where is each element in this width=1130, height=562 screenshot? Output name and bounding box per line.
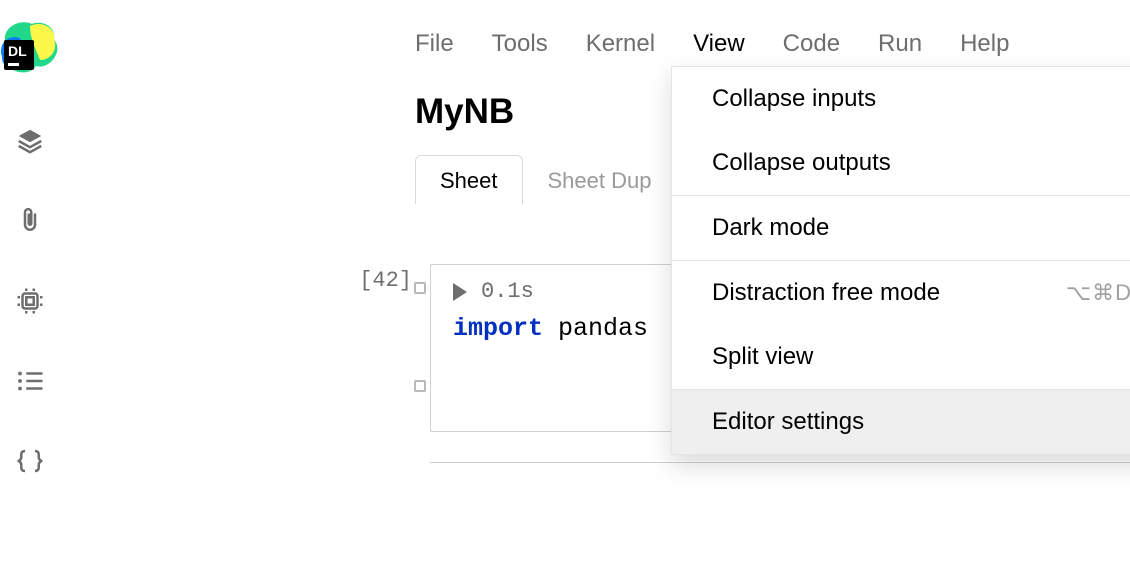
menu-editor-settings[interactable]: Editor settings <box>672 390 1130 454</box>
menu-view[interactable]: View <box>693 30 745 58</box>
tab-sheet-dup[interactable]: Sheet Dup <box>523 155 677 204</box>
menu-file[interactable]: File <box>415 30 454 58</box>
shortcut-label: ⌥⌘D <box>1066 280 1130 306</box>
menu-collapse-outputs[interactable]: Collapse outputs <box>672 131 1130 195</box>
app-logo[interactable]: DL <box>0 20 60 78</box>
layers-icon[interactable] <box>13 124 47 158</box>
view-dropdown: Collapse inputs Collapse outputs Dark mo… <box>671 66 1130 455</box>
menu-help[interactable]: Help <box>960 30 1009 58</box>
attachment-icon[interactable] <box>13 204 47 238</box>
run-cell-icon[interactable] <box>453 283 467 301</box>
cell-gutter <box>412 264 430 432</box>
menu-collapse-inputs[interactable]: Collapse inputs <box>672 67 1130 131</box>
execution-count: [42] <box>342 264 412 432</box>
collapse-handle-icon[interactable] <box>414 380 426 392</box>
main-area: File Tools Kernel View Code Run Help MyN… <box>60 0 1130 562</box>
menu-distraction-free[interactable]: Distraction free mode ⌥⌘D <box>672 261 1130 325</box>
menu-tools[interactable]: Tools <box>492 30 548 58</box>
menu-dark-mode[interactable]: Dark mode <box>672 196 1130 260</box>
collapse-handle-icon[interactable] <box>414 282 426 294</box>
tab-sheet[interactable]: Sheet <box>415 155 523 204</box>
cpu-icon[interactable] <box>13 284 47 318</box>
list-icon[interactable] <box>13 364 47 398</box>
menu-code[interactable]: Code <box>783 30 840 58</box>
sidebar: DL <box>0 0 60 562</box>
braces-icon[interactable] <box>13 444 47 478</box>
menu-split-view[interactable]: Split view <box>672 325 1130 389</box>
next-cell-divider <box>430 462 1130 502</box>
cell-run-time: 0.1s <box>481 279 534 304</box>
menubar: File Tools Kernel View Code Run Help <box>60 24 1130 64</box>
menu-kernel[interactable]: Kernel <box>586 30 655 58</box>
menu-run[interactable]: Run <box>878 30 922 58</box>
logo-box-icon: DL <box>4 40 34 70</box>
